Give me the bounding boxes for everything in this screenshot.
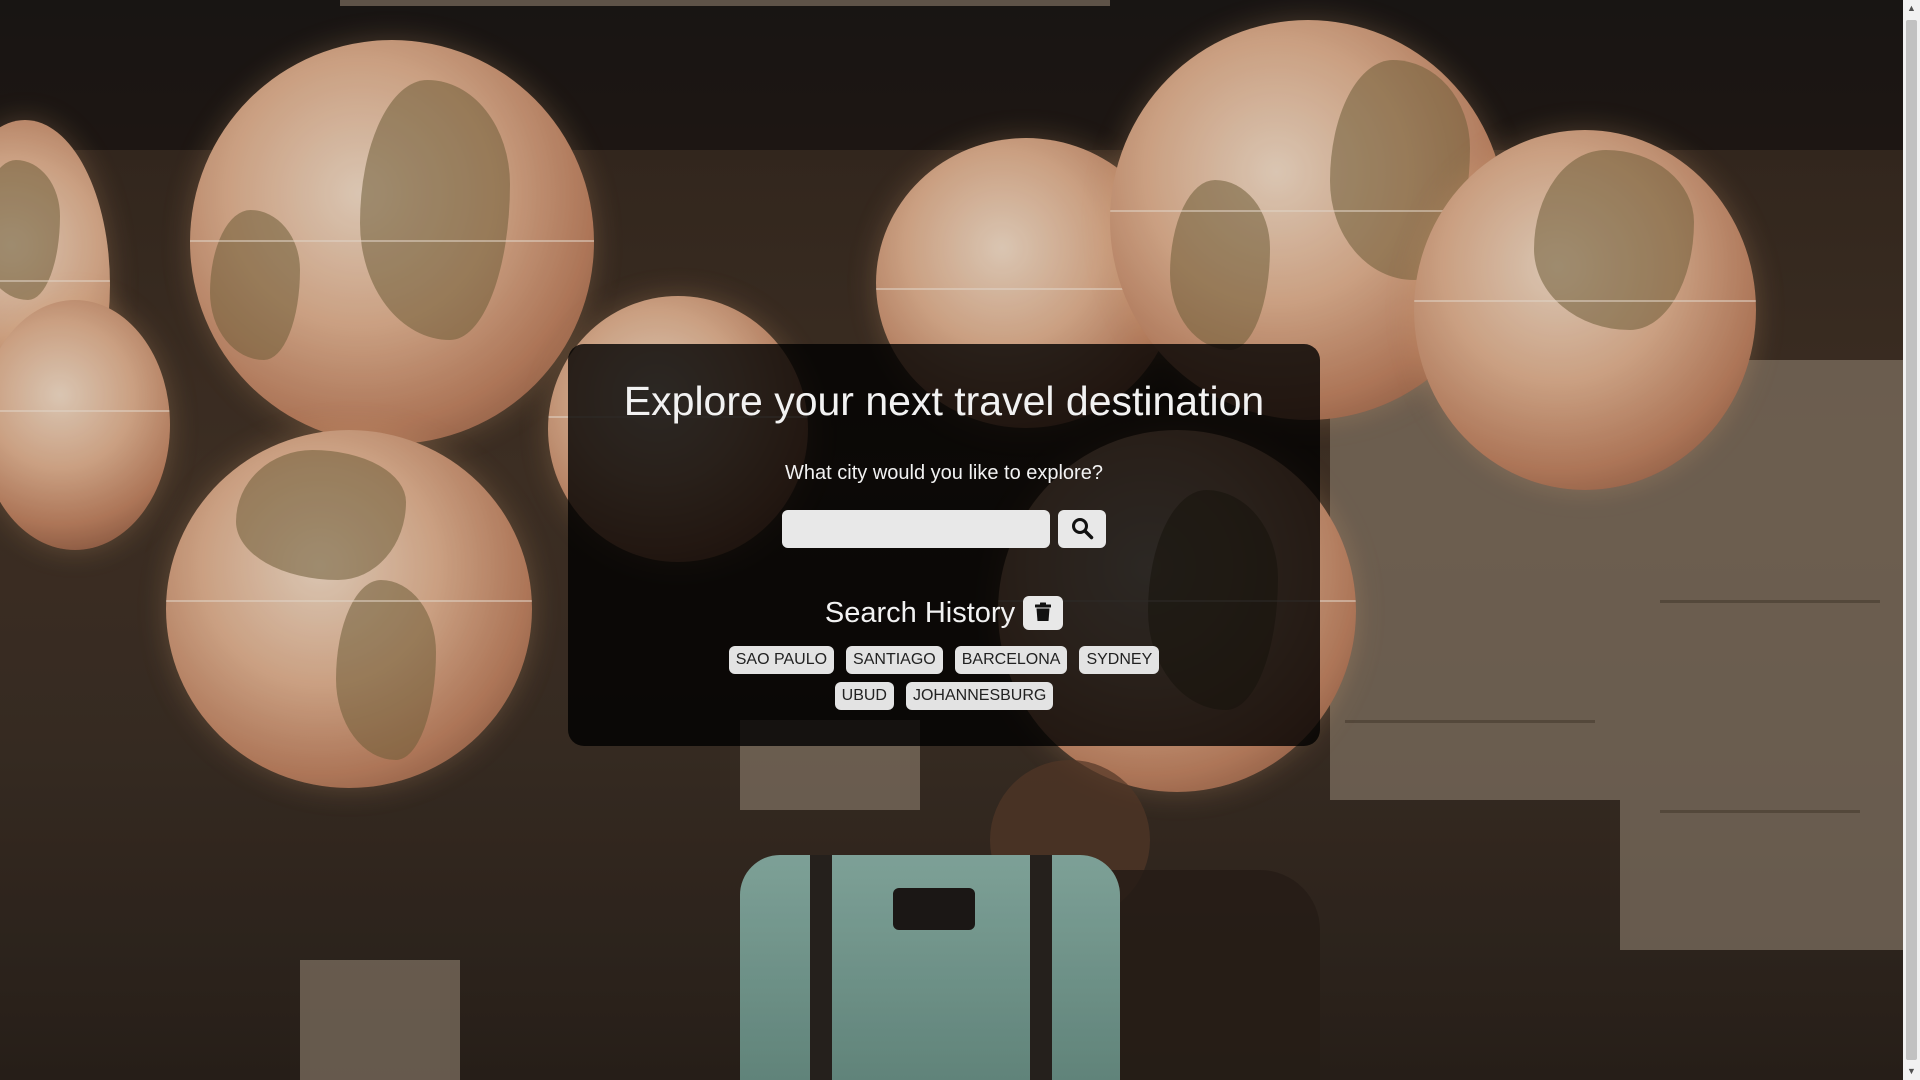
search-history-title: Search History: [824, 596, 1016, 629]
history-city-chip[interactable]: JOHANNESBURG: [905, 682, 1054, 710]
search-history-list: SAO PAULO SANTIAGO BARCELONA SYDNEY UBUD…: [718, 646, 1170, 710]
page-title: Explore your next travel destination: [623, 378, 1265, 424]
history-city-chip[interactable]: SANTIAGO: [846, 646, 943, 674]
search-history-header: Search History: [568, 596, 1320, 630]
history-city-chip[interactable]: SYDNEY: [1079, 646, 1160, 674]
scroll-up-icon[interactable]: ▲: [1903, 0, 1920, 17]
search-prompt: What city would you like to explore?: [785, 462, 1103, 484]
search-icon: [1070, 516, 1094, 543]
history-city-chip[interactable]: SAO PAULO: [728, 646, 835, 674]
clear-history-button[interactable]: [1023, 596, 1064, 630]
history-city-chip[interactable]: UBUD: [834, 682, 894, 710]
page-viewport: Explore your next travel destination Wha…: [0, 0, 1903, 1080]
search-card: Explore your next travel destination Wha…: [568, 344, 1320, 746]
scroll-down-icon[interactable]: ▼: [1903, 1063, 1920, 1080]
city-search-input[interactable]: [782, 510, 1050, 548]
trash-icon: [1034, 602, 1052, 625]
scrollbar-thumb[interactable]: [1906, 20, 1917, 1060]
search-button[interactable]: [1058, 510, 1106, 548]
vertical-scrollbar[interactable]: ▲ ▼: [1903, 0, 1920, 1080]
history-city-chip[interactable]: BARCELONA: [954, 646, 1068, 674]
